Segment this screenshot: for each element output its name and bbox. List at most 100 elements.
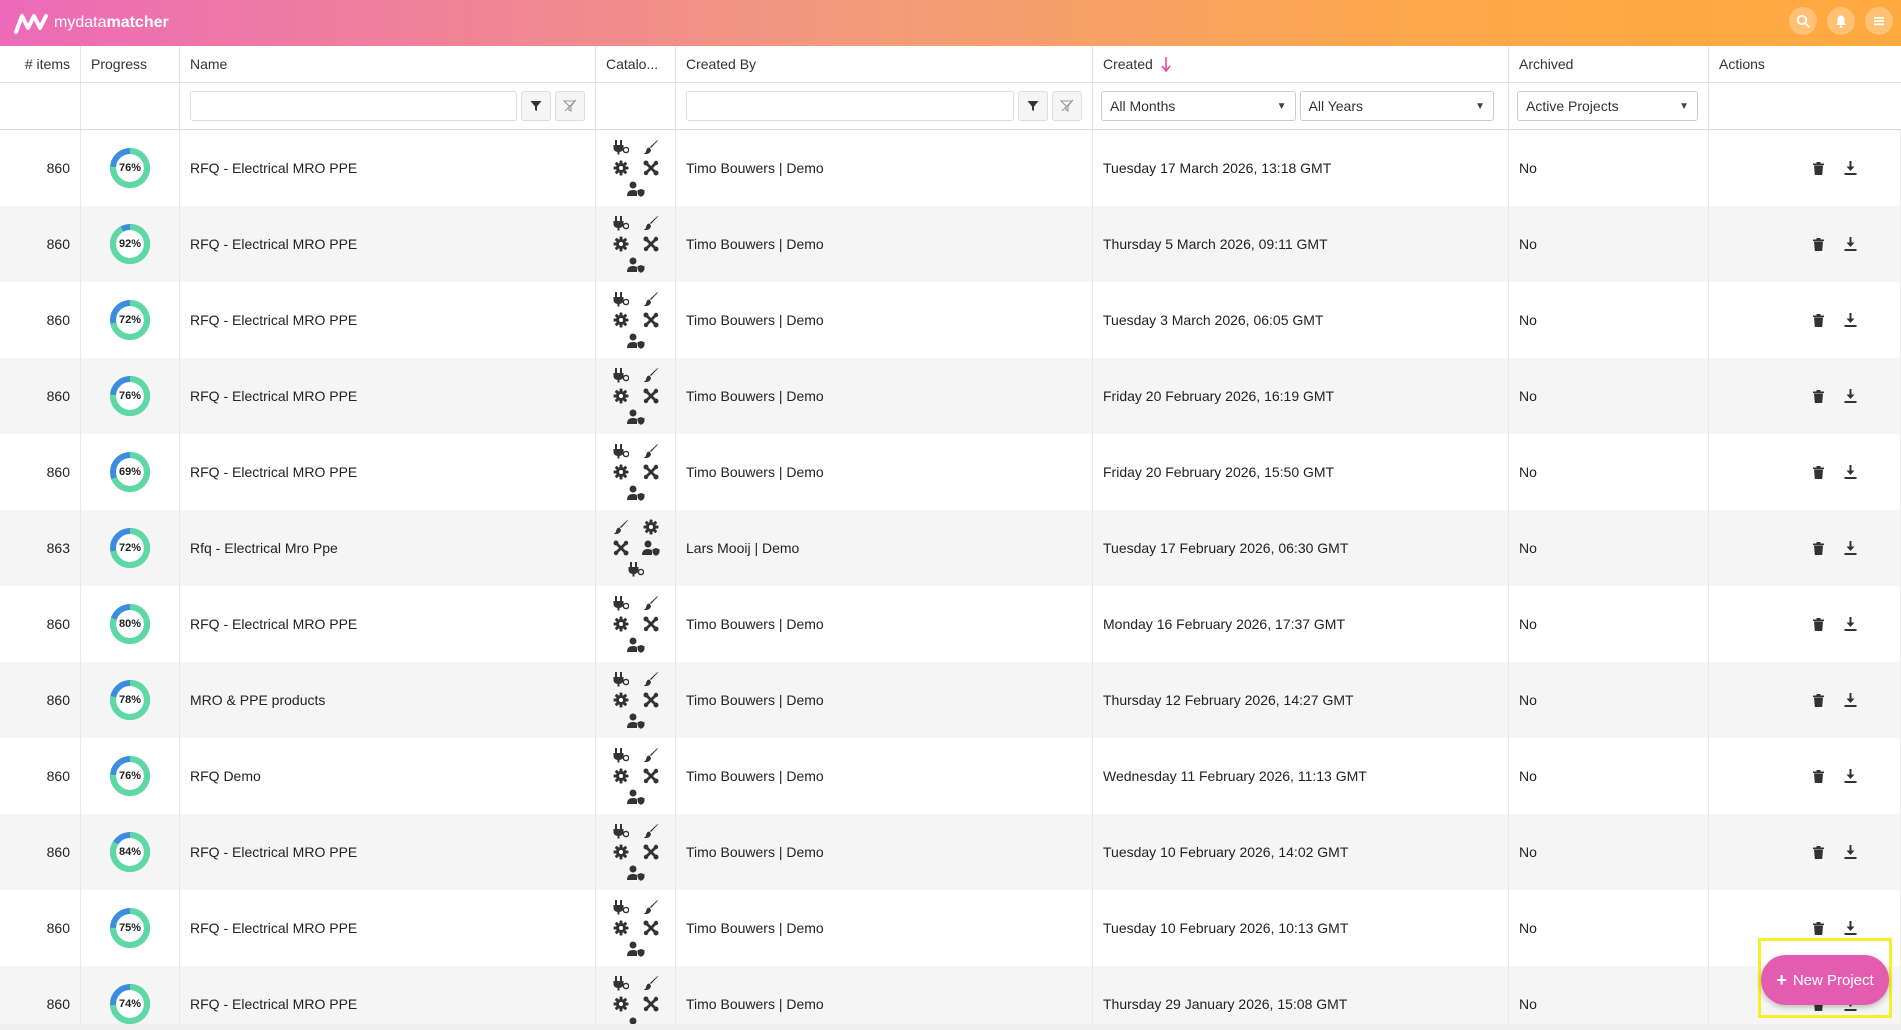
trash-icon[interactable] [1810,463,1828,481]
filter-row: All Months ▼ All Years ▼ Active Projects ▼ [0,83,1901,130]
col-created-by[interactable]: Created By [676,46,1093,82]
trash-icon[interactable] [1810,311,1828,329]
user-shield-icon [611,483,661,504]
name-filter-input[interactable] [190,91,517,121]
menu-icon[interactable] [1865,7,1893,35]
progress-donut: 69% [109,451,151,493]
project-name[interactable]: RFQ - Electrical MRO PPE [180,206,596,282]
actions-cell [1709,434,1901,510]
table-row[interactable]: 860 80% RFQ - Electrical MRO PPE Timo Bouwe… [0,586,1901,662]
new-project-button[interactable]: + New Project [1761,955,1889,1005]
project-name[interactable]: MRO & PPE products [180,662,596,738]
catalog-cell [596,814,676,890]
search-icon[interactable] [1789,7,1817,35]
plug-icon [611,365,631,386]
trash-icon[interactable] [1810,919,1828,937]
project-name[interactable]: RFQ - Electrical MRO PPE [180,586,596,662]
project-name[interactable]: RFQ - Electrical MRO PPE [180,814,596,890]
table-row[interactable]: 860 72% RFQ - Electrical MRO PPE Timo Bouwe… [0,282,1901,358]
col-catalog[interactable]: Catalo... [596,46,676,82]
download-icon[interactable] [1842,615,1860,633]
clear-filter-icon[interactable] [555,91,585,121]
progress-cell: 76% [81,130,180,206]
col-progress[interactable]: Progress [81,46,180,82]
project-name[interactable]: RFQ Demo [180,738,596,814]
created-date: Tuesday 17 February 2026, 06:30 GMT [1093,510,1509,586]
created-by: Timo Bouwers | Demo [676,890,1093,966]
download-icon[interactable] [1842,387,1860,405]
download-icon[interactable] [1842,539,1860,557]
table-row[interactable]: 860 76% RFQ Demo Timo Bouwers | Demo Wednesd… [0,738,1901,814]
tools-icon [611,538,631,559]
filter-icon[interactable] [521,91,551,121]
project-name[interactable]: RFQ - Electrical MRO PPE [180,130,596,206]
trash-icon[interactable] [1810,159,1828,177]
progress-cell: 78% [81,662,180,738]
project-name[interactable]: RFQ - Electrical MRO PPE [180,434,596,510]
actions-cell [1709,662,1901,738]
table-row[interactable]: 860 78% MRO & PPE products Timo Bouwers | D… [0,662,1901,738]
table-row[interactable]: 860 76% RFQ - Electrical MRO PPE Timo Bouwe… [0,358,1901,434]
project-name[interactable]: RFQ - Electrical MRO PPE [180,966,596,1030]
items-count: 860 [0,890,81,966]
chevron-down-icon: ▼ [1679,100,1689,112]
trash-icon[interactable] [1810,691,1828,709]
project-name[interactable]: Rfq - Electrical Mro Ppe [180,510,596,586]
bell-icon[interactable] [1827,7,1855,35]
download-icon[interactable] [1842,463,1860,481]
col-created[interactable]: Created [1093,46,1509,82]
download-icon[interactable] [1842,311,1860,329]
trash-icon[interactable] [1810,615,1828,633]
trash-icon[interactable] [1810,767,1828,785]
progress-donut: 76% [109,147,151,189]
trash-icon[interactable] [1810,235,1828,253]
filter-created: All Months ▼ All Years ▼ [1093,83,1509,129]
col-name[interactable]: Name [180,46,596,82]
user-shield-icon [611,787,661,808]
created-by: Timo Bouwers | Demo [676,586,1093,662]
catalog-cell [596,966,676,1030]
years-select[interactable]: All Years ▼ [1299,91,1494,121]
filter-icon[interactable] [1018,91,1048,121]
table-row[interactable]: 860 69% RFQ - Electrical MRO PPE Timo Bouwe… [0,434,1901,510]
logo-text: mydatamatcher [54,14,169,31]
trash-icon[interactable] [1810,387,1828,405]
download-icon[interactable] [1842,159,1860,177]
project-name[interactable]: RFQ - Electrical MRO PPE [180,358,596,434]
download-icon[interactable] [1842,843,1860,861]
archived-select[interactable]: Active Projects ▼ [1517,91,1698,121]
progress-donut: 92% [109,223,151,265]
download-icon[interactable] [1842,691,1860,709]
project-name[interactable]: RFQ - Electrical MRO PPE [180,282,596,358]
app-logo[interactable]: mydatamatcher [14,12,169,34]
col-items[interactable]: # items [0,46,81,82]
download-icon[interactable] [1842,919,1860,937]
filter-progress-empty [81,83,180,129]
table-body: 860 76% RFQ - Electrical MRO PPE Timo Bouwe… [0,130,1901,1030]
archived-value: No [1509,358,1709,434]
items-count: 860 [0,738,81,814]
table-row[interactable]: 860 74% RFQ - Electrical MRO PPE Timo Bouwe… [0,966,1901,1030]
created-by: Timo Bouwers | Demo [676,130,1093,206]
progress-cell: 80% [81,586,180,662]
table-row[interactable]: 860 84% RFQ - Electrical MRO PPE Timo Bouwe… [0,814,1901,890]
table-row[interactable]: 860 75% RFQ - Electrical MRO PPE Timo Bouwe… [0,890,1901,966]
col-archived[interactable]: Archived [1509,46,1709,82]
table-row[interactable]: 860 76% RFQ - Electrical MRO PPE Timo Bouwe… [0,130,1901,206]
download-icon[interactable] [1842,235,1860,253]
progress-cell: 84% [81,814,180,890]
items-count: 863 [0,510,81,586]
project-name[interactable]: RFQ - Electrical MRO PPE [180,890,596,966]
created-by-filter-input[interactable] [686,91,1014,121]
trash-icon[interactable] [1810,843,1828,861]
table-row[interactable]: 860 92% RFQ - Electrical MRO PPE Timo Bouwe… [0,206,1901,282]
catalog-cell [596,510,676,586]
brush-icon [641,973,661,994]
months-select[interactable]: All Months ▼ [1101,91,1296,121]
download-icon[interactable] [1842,767,1860,785]
table-row[interactable]: 863 72% Rfq - Electrical Mro Ppe Lars Mooij… [0,510,1901,586]
trash-icon[interactable] [1810,539,1828,557]
sort-desc-icon[interactable] [1161,56,1171,72]
progress-label: 84% [118,846,142,858]
clear-filter-icon[interactable] [1052,91,1082,121]
